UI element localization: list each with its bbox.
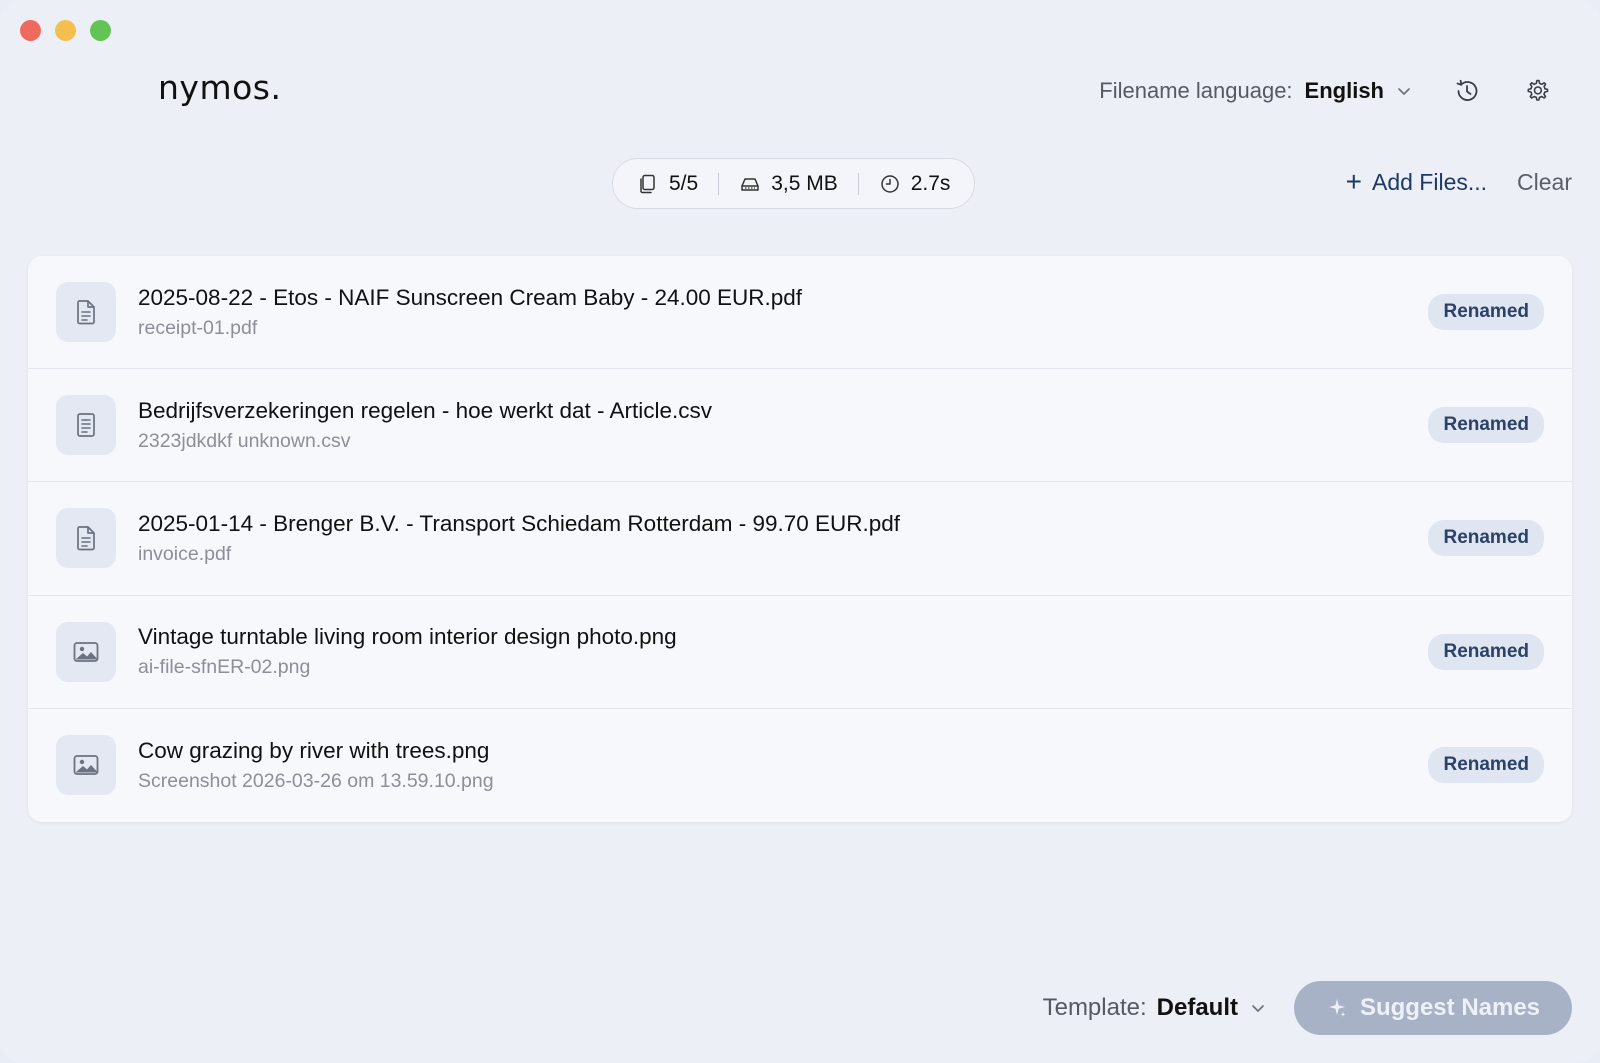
file-row[interactable]: Bedrijfsverzekeringen regelen - hoe werk… (28, 369, 1572, 483)
spreadsheet-icon (56, 395, 116, 456)
suggest-names-label: Suggest Names (1359, 994, 1541, 1021)
gear-icon (1527, 79, 1549, 101)
file-names: 2025-01-14 - Brenger B.V. - Transport Sc… (138, 511, 900, 566)
status-badge: Renamed (1428, 520, 1544, 557)
sparkle-icon (1328, 999, 1346, 1017)
file-actions: + Add Files... Clear (1346, 168, 1572, 196)
original-filename: receipt-01.pdf (138, 316, 258, 339)
language-label: Filename language: (1099, 78, 1293, 103)
chevron-down-icon (1252, 1005, 1264, 1012)
status-badge: Renamed (1428, 294, 1544, 331)
original-filename: invoice.pdf (138, 542, 232, 565)
new-filename: 2025-08-22 - Etos - NAIF Sunscreen Cream… (138, 284, 803, 310)
file-row[interactable]: Vintage turntable living room interior d… (28, 596, 1572, 709)
template-value: Default (1156, 994, 1238, 1021)
status-badge: Renamed (1428, 633, 1544, 670)
status-badge: Renamed (1428, 747, 1544, 784)
minimize-window-button[interactable] (55, 20, 76, 41)
app-window: nymos. Filename language: English 5/5 3,… (0, 0, 1600, 1063)
add-files-label: Add Files... (1371, 168, 1488, 195)
clock-icon (880, 174, 899, 193)
plus-icon: + (1345, 166, 1362, 197)
chevron-down-icon (1398, 88, 1410, 95)
footer-controls: Template: Default Suggest Names (1043, 981, 1572, 1035)
document-icon (56, 508, 116, 569)
file-list: 2025-08-22 - Etos - NAIF Sunscreen Cream… (28, 256, 1572, 822)
settings-button[interactable] (1522, 76, 1552, 106)
image-icon (56, 621, 116, 682)
close-window-button[interactable] (20, 20, 41, 41)
app-logo: nymos. (158, 68, 282, 107)
language-select[interactable]: English (1305, 78, 1412, 104)
original-filename: ai-file-sfnER-02.png (138, 656, 311, 679)
elapsed-time: 2.7s (910, 171, 951, 195)
image-icon (56, 735, 116, 796)
new-filename: Vintage turntable living room interior d… (138, 624, 677, 650)
original-filename: Screenshot 2026-03-26 om 13.59.10.png (138, 769, 494, 792)
zoom-window-button[interactable] (90, 20, 111, 41)
window-controls (20, 20, 111, 41)
file-names: 2025-08-22 - Etos - NAIF Sunscreen Cream… (138, 285, 802, 340)
file-row[interactable]: Cow grazing by river with trees.png Scree… (28, 709, 1572, 822)
new-filename: 2025-01-14 - Brenger B.V. - Transport Sc… (138, 510, 901, 536)
new-filename: Cow grazing by river with trees.png (138, 737, 490, 763)
clear-button[interactable]: Clear (1517, 169, 1572, 196)
template-select[interactable]: Default (1157, 994, 1266, 1022)
history-button[interactable] (1452, 76, 1482, 106)
file-row[interactable]: 2025-08-22 - Etos - NAIF Sunscreen Cream… (28, 256, 1572, 370)
language-value: English (1304, 78, 1384, 103)
divider (857, 172, 859, 195)
suggest-names-button[interactable]: Suggest Names (1294, 981, 1572, 1035)
size-stat: 3,5 MB (739, 172, 838, 196)
file-names: Cow grazing by river with trees.png Scree… (138, 738, 494, 793)
history-icon (1456, 79, 1478, 101)
document-icon (56, 282, 116, 343)
files-count-stat: 5/5 (637, 172, 698, 196)
files-count: 5/5 (669, 171, 699, 195)
divider (718, 172, 720, 195)
drive-icon (741, 177, 759, 191)
new-filename: Bedrijfsverzekeringen regelen - hoe werk… (138, 397, 713, 423)
time-stat: 2.7s (879, 171, 951, 196)
file-names: Bedrijfsverzekeringen regelen - hoe werk… (138, 398, 712, 453)
add-files-button[interactable]: + Add Files... (1346, 168, 1487, 196)
file-row[interactable]: 2025-01-14 - Brenger B.V. - Transport Sc… (28, 482, 1572, 596)
file-names: Vintage turntable living room interior d… (138, 624, 677, 679)
original-filename: 2323jdkdkf unknown.csv (138, 429, 351, 452)
total-size: 3,5 MB (771, 171, 838, 195)
header-controls: Filename language: English (1099, 76, 1552, 106)
template-label: Template: (1042, 994, 1147, 1021)
stats-pill: 5/5 3,5 MB 2.7s (612, 158, 976, 209)
status-badge: Renamed (1428, 407, 1544, 444)
files-icon (640, 174, 655, 193)
